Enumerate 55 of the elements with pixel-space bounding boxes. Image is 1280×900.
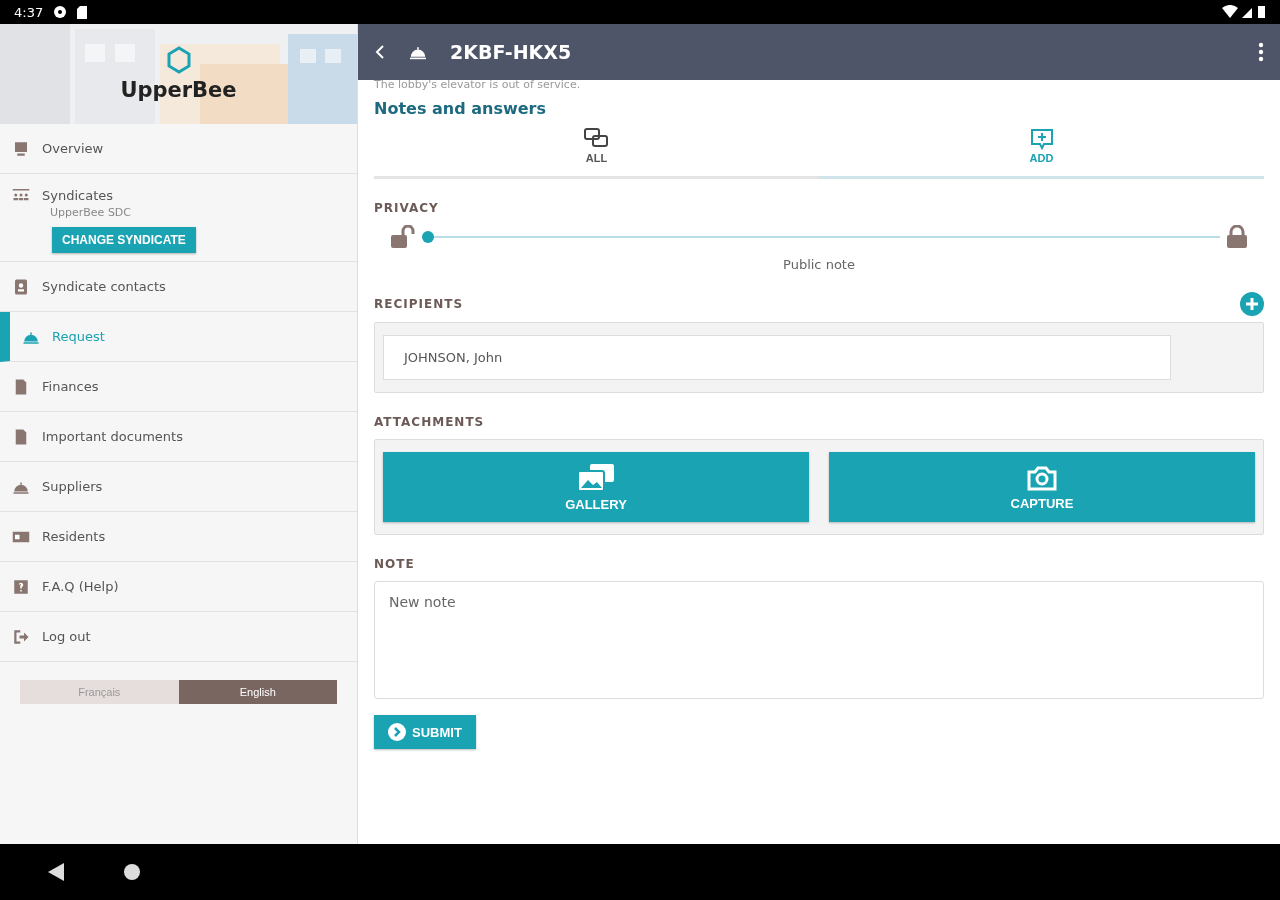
menu-label: Residents: [42, 529, 106, 544]
brand-name: UpperBee: [120, 78, 237, 102]
clock: 4:37: [14, 4, 44, 20]
syndicate-name: UpperBee SDC: [50, 206, 133, 219]
language-toggle[interactable]: English: [178, 680, 337, 704]
slider-thumb[interactable]: [422, 231, 434, 243]
section-label: ATTACHMENTS: [374, 415, 486, 429]
add-icon[interactable]: [1240, 292, 1264, 316]
gallery-icon: [576, 462, 616, 493]
logout-icon: [12, 627, 30, 646]
recipient-field[interactable]: JOHNSON, John: [383, 335, 1171, 380]
lock-icon: [1226, 225, 1248, 249]
back-icon[interactable]: [374, 44, 386, 60]
back-icon[interactable]: [48, 863, 64, 881]
menu-label: Syndicate contacts: [42, 279, 166, 294]
hexagon-logo-icon: [165, 46, 192, 74]
contact-icon: [12, 277, 30, 296]
menu-label: Finances: [42, 379, 99, 394]
bell-icon: [408, 44, 428, 60]
home-icon[interactable]: [124, 864, 140, 880]
menu-item[interactable]: Overview: [0, 124, 357, 174]
section-title: Notes and answers: [374, 99, 547, 118]
more-icon[interactable]: [1258, 42, 1264, 62]
request-description: The lobby's elevator is out of service.: [374, 78, 582, 91]
settings-icon: [53, 5, 68, 19]
request-title: 2KBF-HKX5: [450, 41, 573, 63]
arrow-circle-icon: [388, 723, 406, 741]
section-label: PRIVACY: [374, 201, 440, 215]
menu-label: Important documents: [42, 429, 183, 444]
monitor-icon: [12, 139, 30, 158]
sd-card-icon: [77, 5, 88, 19]
section-label: RECIPIENTS: [374, 297, 464, 311]
section-label: NOTE: [374, 557, 416, 571]
menu-item[interactable]: Log out: [0, 612, 357, 662]
help-icon: [12, 577, 30, 596]
menu-item[interactable]: Syndicates UpperBee SDC CHANGE SYNDICATE: [0, 174, 357, 262]
menu-item[interactable]: Syndicate contacts: [0, 262, 357, 312]
menu-item[interactable]: F.A.Q (Help): [0, 562, 357, 612]
menu-label: Request: [52, 329, 105, 344]
menu-item[interactable]: Finances: [0, 362, 357, 412]
menu-label: F.A.Q (Help): [42, 579, 119, 594]
status-icons-drawing: [1222, 5, 1266, 19]
menu-item[interactable]: Residents: [0, 512, 357, 562]
menu-label: Syndicates: [42, 187, 114, 203]
note-field[interactable]: New note: [374, 581, 1264, 699]
menu-item[interactable]: Important documents: [0, 412, 357, 462]
menu-label: Suppliers: [42, 479, 103, 494]
chat-icon: [583, 128, 610, 150]
menu-label: Overview: [42, 141, 104, 156]
tab[interactable]: ALL: [374, 124, 819, 179]
menu-item[interactable]: Suppliers: [0, 462, 357, 512]
unlocked-icon: [390, 225, 416, 249]
add-comment-icon: [1029, 128, 1054, 150]
privacy-reading: Public note: [783, 257, 855, 272]
menu-label: Log out: [42, 629, 91, 644]
